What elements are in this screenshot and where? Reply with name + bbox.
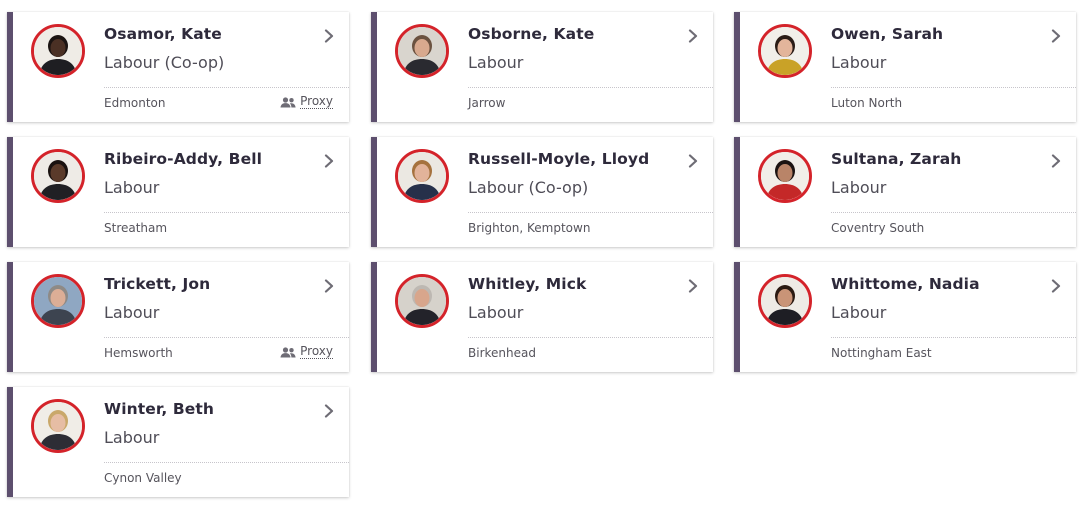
member-name[interactable]: Whittome, Nadia bbox=[831, 275, 980, 293]
people-icon bbox=[280, 346, 296, 357]
portrait-image bbox=[34, 27, 82, 75]
member-card[interactable]: Osborne, Kate Labour Jarrow bbox=[371, 12, 713, 122]
member-constituency: Birkenhead bbox=[468, 346, 536, 360]
member-constituency: Luton North bbox=[831, 96, 903, 110]
member-party: Labour bbox=[831, 303, 887, 322]
member-avatar bbox=[395, 149, 449, 203]
member-card[interactable]: Osamor, Kate Labour (Co-op) Edmonton Proxy bbox=[7, 12, 349, 122]
member-name[interactable]: Ribeiro-Addy, Bell bbox=[104, 150, 262, 168]
member-party: Labour bbox=[104, 178, 160, 197]
member-party: Labour (Co-op) bbox=[468, 178, 589, 197]
member-card[interactable]: Owen, Sarah Labour Luton North bbox=[734, 12, 1076, 122]
member-card[interactable]: Ribeiro-Addy, Bell Labour Streatham bbox=[7, 137, 349, 247]
divider bbox=[831, 87, 1076, 88]
portrait-image bbox=[398, 27, 446, 75]
divider bbox=[831, 337, 1076, 338]
chevron-right-icon[interactable] bbox=[687, 279, 699, 293]
portrait-image bbox=[761, 152, 809, 200]
member-avatar bbox=[31, 274, 85, 328]
member-name[interactable]: Whitley, Mick bbox=[468, 275, 586, 293]
portrait-image bbox=[34, 402, 82, 450]
divider bbox=[104, 87, 349, 88]
member-name[interactable]: Russell-Moyle, Lloyd bbox=[468, 150, 649, 168]
member-card[interactable]: Winter, Beth Labour Cynon Valley bbox=[7, 387, 349, 497]
member-card[interactable]: Sultana, Zarah Labour Coventry South bbox=[734, 137, 1076, 247]
proxy-link[interactable]: Proxy bbox=[300, 345, 333, 359]
member-party: Labour bbox=[831, 178, 887, 197]
member-constituency: Edmonton bbox=[104, 96, 166, 110]
portrait-image bbox=[761, 277, 809, 325]
member-name[interactable]: Trickett, Jon bbox=[104, 275, 210, 293]
member-constituency: Brighton, Kemptown bbox=[468, 221, 591, 235]
chevron-right-icon[interactable] bbox=[687, 154, 699, 168]
people-icon bbox=[280, 96, 296, 107]
member-constituency: Cynon Valley bbox=[104, 471, 182, 485]
portrait-image bbox=[398, 152, 446, 200]
member-constituency: Hemsworth bbox=[104, 346, 173, 360]
member-party: Labour (Co-op) bbox=[104, 53, 225, 72]
divider bbox=[104, 212, 349, 213]
divider bbox=[104, 337, 349, 338]
member-constituency: Streatham bbox=[104, 221, 168, 235]
portrait-image bbox=[34, 152, 82, 200]
member-constituency: Jarrow bbox=[468, 96, 506, 110]
portrait-image bbox=[761, 27, 809, 75]
divider bbox=[468, 87, 713, 88]
chevron-right-icon[interactable] bbox=[687, 29, 699, 43]
member-party: Labour bbox=[468, 303, 524, 322]
member-avatar bbox=[758, 24, 812, 78]
portrait-image bbox=[398, 277, 446, 325]
member-card[interactable]: Whitley, Mick Labour Birkenhead bbox=[371, 262, 713, 372]
member-name[interactable]: Owen, Sarah bbox=[831, 25, 943, 43]
divider bbox=[831, 212, 1076, 213]
member-avatar bbox=[31, 149, 85, 203]
member-avatar bbox=[758, 274, 812, 328]
member-card[interactable]: Whittome, Nadia Labour Nottingham East bbox=[734, 262, 1076, 372]
member-avatar bbox=[758, 149, 812, 203]
divider bbox=[468, 337, 713, 338]
member-card-grid: Osamor, Kate Labour (Co-op) Edmonton Proxy O… bbox=[0, 0, 1092, 507]
chevron-right-icon[interactable] bbox=[323, 154, 335, 168]
proxy-indicator[interactable]: Proxy bbox=[280, 95, 333, 109]
divider bbox=[468, 212, 713, 213]
proxy-link[interactable]: Proxy bbox=[300, 95, 333, 109]
member-name[interactable]: Winter, Beth bbox=[104, 400, 214, 418]
member-card[interactable]: Trickett, Jon Labour Hemsworth Proxy bbox=[7, 262, 349, 372]
member-card[interactable]: Russell-Moyle, Lloyd Labour (Co-op) Bright… bbox=[371, 137, 713, 247]
member-party: Labour bbox=[831, 53, 887, 72]
chevron-right-icon[interactable] bbox=[1050, 29, 1062, 43]
member-party: Labour bbox=[104, 303, 160, 322]
member-name[interactable]: Sultana, Zarah bbox=[831, 150, 961, 168]
proxy-indicator[interactable]: Proxy bbox=[280, 345, 333, 359]
portrait-image bbox=[34, 277, 82, 325]
member-party: Labour bbox=[104, 428, 160, 447]
chevron-right-icon[interactable] bbox=[1050, 154, 1062, 168]
member-name[interactable]: Osborne, Kate bbox=[468, 25, 594, 43]
chevron-right-icon[interactable] bbox=[323, 29, 335, 43]
chevron-right-icon[interactable] bbox=[323, 279, 335, 293]
member-avatar bbox=[395, 274, 449, 328]
chevron-right-icon[interactable] bbox=[323, 404, 335, 418]
member-party: Labour bbox=[468, 53, 524, 72]
chevron-right-icon[interactable] bbox=[1050, 279, 1062, 293]
divider bbox=[104, 462, 349, 463]
member-avatar bbox=[31, 399, 85, 453]
member-name[interactable]: Osamor, Kate bbox=[104, 25, 222, 43]
member-constituency: Coventry South bbox=[831, 221, 925, 235]
member-avatar bbox=[31, 24, 85, 78]
member-constituency: Nottingham East bbox=[831, 346, 932, 360]
member-avatar bbox=[395, 24, 449, 78]
